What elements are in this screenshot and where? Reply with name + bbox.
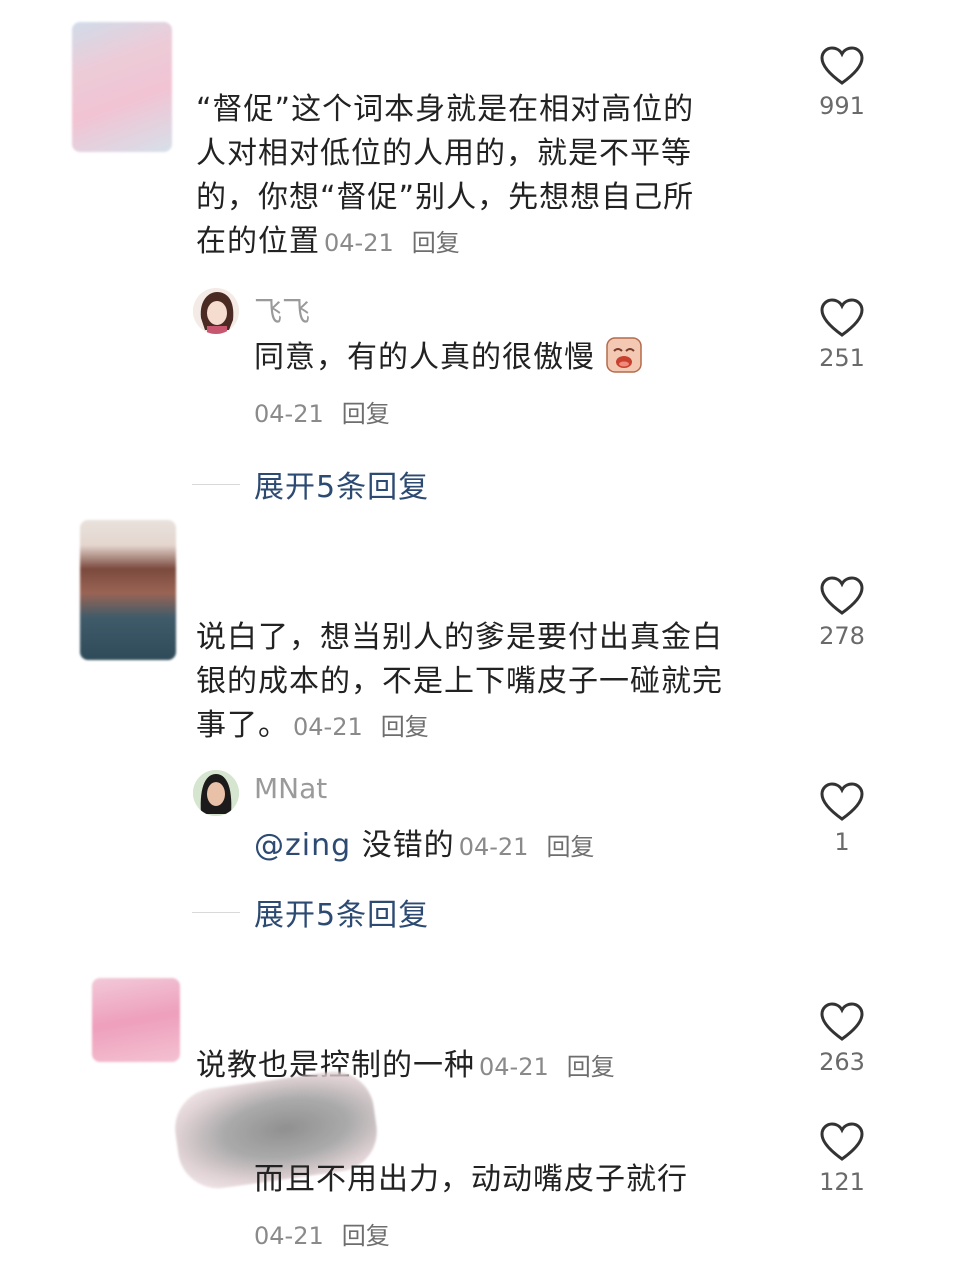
- divider: [192, 911, 240, 913]
- reply-button[interactable]: 回复: [412, 229, 460, 257]
- expand-replies-button[interactable]: 展开5条回复: [192, 462, 429, 506]
- expand-replies-button[interactable]: 展开5条回复: [192, 890, 429, 934]
- mention-link[interactable]: @zing: [254, 828, 351, 863]
- avatar[interactable]: [72, 22, 172, 152]
- reply-text: 而且不用出力，动动嘴皮子就行: [254, 1162, 688, 1197]
- like-button[interactable]: 263: [802, 1002, 882, 1076]
- reply-button[interactable]: 回复: [381, 713, 429, 741]
- girl-avatar-icon: [193, 288, 239, 334]
- like-count: 121: [819, 1168, 865, 1196]
- reply-avatar[interactable]: [193, 770, 239, 816]
- comment-text: 说白了，想当别人的爹是要付出真金白 银的成本的，不是上下嘴皮子一碰就完 事了。 0…: [196, 620, 723, 743]
- like-count: 278: [819, 622, 865, 650]
- reply-avatar[interactable]: [193, 288, 239, 334]
- reply-username[interactable]: MNat: [254, 772, 327, 805]
- like-count: 991: [819, 92, 865, 120]
- like-count: 251: [819, 344, 865, 372]
- like-count: 263: [819, 1048, 865, 1076]
- comment-meta: 04-21 回复: [324, 229, 460, 257]
- reply-date: 04-21: [254, 400, 324, 428]
- crying-face-icon: [605, 337, 642, 373]
- avatar[interactable]: [92, 978, 180, 1062]
- comment-date: 04-21: [479, 1053, 549, 1081]
- woman-avatar-icon: [193, 770, 239, 816]
- reply-meta: 04-21 回复: [254, 394, 390, 429]
- heart-outline-icon: [820, 46, 864, 85]
- reply-button[interactable]: 回复: [567, 1053, 615, 1081]
- comment-date: 04-21: [293, 713, 363, 741]
- comment-meta: 04-21 回复: [293, 713, 429, 741]
- heart-outline-icon: [820, 576, 864, 615]
- reply-meta: 04-21 回复: [459, 833, 595, 861]
- like-count: 1: [834, 828, 850, 856]
- like-button[interactable]: 251: [802, 298, 882, 372]
- comment-meta: 04-21 回复: [479, 1053, 615, 1081]
- expand-replies-label: 展开5条回复: [254, 470, 430, 505]
- like-button[interactable]: 278: [802, 576, 882, 650]
- heart-outline-icon: [820, 1002, 864, 1041]
- heart-outline-icon: [820, 782, 864, 821]
- reply-text: @zing 没错的 04-21 回复: [254, 828, 595, 863]
- reply-date: 04-21: [254, 1222, 324, 1250]
- like-button[interactable]: 1: [802, 782, 882, 856]
- reply-button[interactable]: 回复: [546, 833, 594, 861]
- reply-text: 同意，有的人真的很傲慢: [254, 336, 642, 380]
- reply-button[interactable]: 回复: [342, 1222, 390, 1250]
- reply-date: 04-21: [458, 833, 529, 861]
- comment-date: 04-21: [324, 229, 394, 257]
- like-button[interactable]: 991: [802, 46, 882, 120]
- heart-outline-icon: [820, 298, 864, 337]
- like-button[interactable]: 121: [802, 1122, 882, 1196]
- comment-text: “督促”这个词本身就是在相对高位的 人对相对低位的人用的，就是不平等 的，你想“…: [196, 92, 695, 259]
- expand-replies-label: 展开5条回复: [254, 898, 430, 933]
- reply-username[interactable]: 飞飞: [254, 290, 310, 330]
- reply-button[interactable]: 回复: [342, 400, 390, 428]
- avatar[interactable]: [80, 520, 176, 660]
- reply-meta: 04-21 回复: [254, 1216, 390, 1251]
- heart-outline-icon: [820, 1122, 864, 1161]
- divider: [192, 483, 240, 485]
